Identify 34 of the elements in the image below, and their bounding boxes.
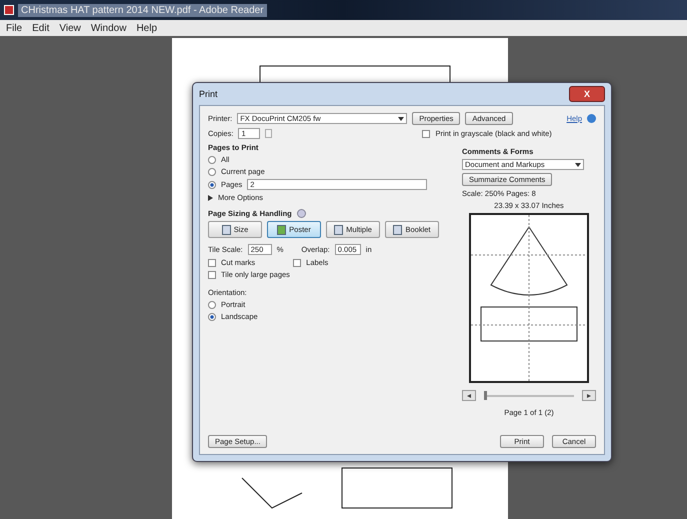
page-icon — [393, 224, 402, 234]
next-page-button[interactable] — [582, 390, 596, 401]
menu-item[interactable]: View — [59, 22, 81, 34]
dropdown-arrow-icon — [398, 116, 404, 120]
menu-item[interactable]: Edit — [32, 22, 50, 34]
menu-item[interactable]: Help — [136, 22, 158, 34]
spinner-icon[interactable] — [265, 129, 272, 138]
expand-arrow-icon[interactable] — [208, 194, 213, 200]
checkbox[interactable] — [293, 258, 302, 266]
dialog-title: Print — [199, 89, 218, 99]
radio-button[interactable] — [208, 180, 216, 188]
window-title: CHristmas HAT pattern 2014 NEW.pdf - Adobe Reader — [18, 4, 267, 16]
radio-button[interactable] — [208, 168, 216, 176]
app-icon — [4, 5, 14, 15]
slider-thumb[interactable] — [484, 390, 487, 400]
radio-button[interactable] — [208, 156, 216, 164]
left-arrow-icon — [467, 394, 471, 398]
right-arrow-icon — [587, 394, 591, 398]
radio-button[interactable] — [208, 300, 216, 308]
checkbox[interactable] — [208, 258, 216, 266]
previous-page-button[interactable] — [462, 390, 476, 401]
radio-button[interactable] — [208, 312, 216, 320]
page-icon — [222, 224, 231, 234]
dropdown-arrow-icon — [575, 162, 581, 166]
pattern-outline — [241, 478, 302, 509]
menu-item[interactable]: File — [6, 22, 22, 34]
help-icon — [587, 114, 596, 123]
page-icon — [334, 224, 344, 234]
menu-item[interactable]: Window — [90, 22, 126, 34]
close-button[interactable]: X — [569, 86, 605, 102]
page-icon — [277, 224, 286, 234]
checkbox[interactable] — [422, 130, 430, 138]
info-icon — [296, 209, 306, 218]
checkbox[interactable] — [208, 270, 216, 278]
